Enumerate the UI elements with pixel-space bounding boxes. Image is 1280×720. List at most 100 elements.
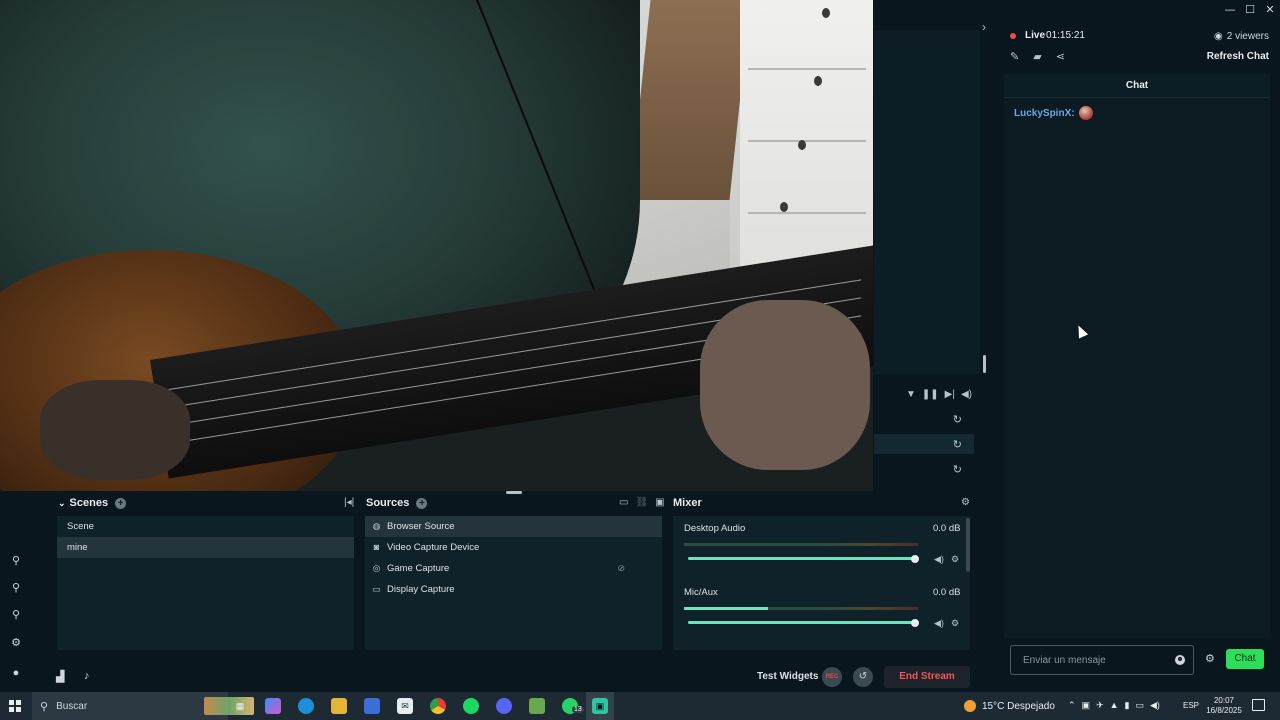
start-icon[interactable] xyxy=(9,700,21,712)
source-label: Video Capture Device xyxy=(387,542,480,553)
volume-slider[interactable] xyxy=(688,621,916,624)
taskbar-clock[interactable]: 20:07 16/8/2025 xyxy=(1204,696,1244,716)
file-explorer-icon[interactable] xyxy=(331,698,347,714)
notifications-icon[interactable]: ♪ xyxy=(84,670,90,682)
tray-chevron-icon[interactable]: ⌃ xyxy=(1068,700,1076,711)
end-stream-button[interactable]: End Stream xyxy=(884,666,970,688)
collapse-chat-icon[interactable]: › xyxy=(982,20,986,34)
tools-icon[interactable]: ⚲ xyxy=(10,609,22,621)
clip-icon[interactable]: ▰ xyxy=(1033,50,1041,63)
edge-icon[interactable] xyxy=(298,698,314,714)
edit-icon[interactable]: ✎ xyxy=(1010,50,1019,63)
skip-icon[interactable]: ▶| xyxy=(945,389,955,400)
weather-icon xyxy=(964,700,976,712)
search-icon: ⚲ xyxy=(40,700,49,713)
chat-send-button[interactable]: Chat xyxy=(1226,649,1264,669)
scene-item[interactable]: mine xyxy=(57,537,354,558)
language-indicator[interactable]: ESP xyxy=(1183,701,1199,710)
tray-app-icon[interactable]: ✈ xyxy=(1096,700,1104,711)
whatsapp-badge: 13 xyxy=(572,706,584,713)
profile-icon[interactable]: ● xyxy=(10,667,22,679)
volume-slider-knob[interactable] xyxy=(911,619,919,627)
chat-message: LuckySpinX: xyxy=(1014,106,1093,120)
folder-icon[interactable]: ▭ xyxy=(619,497,628,508)
mail-icon[interactable]: ✉ xyxy=(397,698,413,714)
audio-meter-level xyxy=(684,607,768,610)
speaker-icon[interactable]: ◀) xyxy=(1150,700,1160,711)
chat-tools: ✎ ▰ ⋖ xyxy=(1010,50,1065,63)
channel-settings-icon[interactable]: ⚙ xyxy=(951,618,959,629)
mixer-settings-icon[interactable]: ⚙ xyxy=(961,497,970,508)
microphone-icon[interactable]: ▮ xyxy=(1125,700,1130,711)
collapse-scenes-icon[interactable]: ⌄ xyxy=(58,498,66,509)
chat-username[interactable]: LuckySpinX: xyxy=(1014,108,1075,119)
refresh-icon[interactable]: ↻ xyxy=(874,434,974,454)
store-icon[interactable] xyxy=(364,698,380,714)
scene-transition-icon[interactable]: |◂| xyxy=(344,497,354,508)
chat-settings-icon[interactable]: ⚙ xyxy=(1205,652,1215,665)
chat-input[interactable] xyxy=(1023,654,1163,666)
minimize-icon[interactable]: — xyxy=(1220,0,1240,18)
spotify-icon[interactable] xyxy=(463,698,479,714)
task-view-icon[interactable]: ▦ xyxy=(232,698,248,714)
gamepad-icon: ◎ xyxy=(372,563,381,573)
layer-icon[interactable]: ▣ xyxy=(655,497,664,508)
add-scene-icon[interactable]: + xyxy=(115,497,127,509)
chat-panel: Live 01:15:21 ◉ 2 viewers ✎ ▰ ⋖ Refresh … xyxy=(1004,20,1280,692)
source-label: Game Capture xyxy=(387,563,450,574)
refresh-icon[interactable]: ↻ xyxy=(874,409,974,429)
link-icon[interactable]: ⛓ xyxy=(635,497,648,508)
maximize-icon[interactable]: ☐ xyxy=(1240,0,1260,18)
chrome-icon[interactable] xyxy=(430,698,446,714)
preview-resize-handle[interactable] xyxy=(506,491,522,494)
tray-app-icon[interactable]: ▲ xyxy=(1110,700,1119,711)
performance-icon[interactable]: ▟ xyxy=(56,670,64,683)
stream-preview[interactable] xyxy=(0,0,873,491)
refresh-chat-button[interactable]: Refresh Chat xyxy=(1207,51,1269,62)
hidden-eye-icon[interactable]: ⊘ xyxy=(617,558,625,579)
close-icon[interactable]: ✕ xyxy=(1260,0,1280,18)
test-widgets-button[interactable]: Test Widgets xyxy=(757,671,818,682)
network-icon[interactable]: ▭ xyxy=(1135,700,1144,711)
source-item[interactable]: ◙ Video Capture Device xyxy=(365,537,662,558)
minecraft-icon[interactable] xyxy=(529,698,545,714)
chat-header: Chat xyxy=(1004,74,1270,98)
source-item[interactable]: ▭ Display Capture xyxy=(365,579,662,600)
source-item[interactable]: ◎ Game Capture ⊘ xyxy=(365,558,662,579)
record-button[interactable]: REC xyxy=(822,667,842,687)
mixer-scrollbar[interactable] xyxy=(966,518,970,572)
preview-hand xyxy=(40,380,190,480)
weather-widget[interactable]: 15°C Despejado xyxy=(964,700,1055,712)
studio-footer: ▟ ♪ Test Widgets REC ↺ End Stream xyxy=(46,662,980,692)
volume-slider-knob[interactable] xyxy=(911,555,919,563)
clock-date: 16/8/2025 xyxy=(1206,706,1242,715)
pause-icon[interactable]: ❚❚ xyxy=(922,389,939,400)
volume-icon[interactable]: ◀) xyxy=(961,389,972,400)
taskbar-search[interactable]: ⚲ Buscar xyxy=(32,692,254,720)
replay-buffer-icon[interactable]: ↺ xyxy=(853,667,873,687)
copilot-icon[interactable] xyxy=(265,698,281,714)
refresh-icon[interactable]: ↻ xyxy=(874,459,974,479)
scene-item[interactable]: Scene xyxy=(57,516,354,537)
emoji-icon[interactable]: ☻ xyxy=(1175,655,1185,665)
scenes-list: Scene mine xyxy=(57,516,354,650)
app-store-icon[interactable]: ⚲ xyxy=(10,582,22,594)
volume-slider[interactable] xyxy=(688,557,916,560)
filter-icon[interactable]: ▼ xyxy=(906,389,916,400)
settings-icon[interactable]: ⚙ xyxy=(10,637,22,649)
discord-icon[interactable] xyxy=(496,698,512,714)
share-icon[interactable]: ⋖ xyxy=(1056,50,1065,63)
add-source-icon[interactable]: + xyxy=(416,497,428,509)
chat-input-box: ☻ xyxy=(1010,645,1194,675)
source-label: Display Capture xyxy=(387,584,455,595)
mute-icon[interactable]: ◀) xyxy=(934,554,944,565)
tray-app-icon[interactable]: ▣ xyxy=(1082,700,1091,711)
clock-time: 20:07 xyxy=(1213,696,1235,705)
notification-center-icon[interactable] xyxy=(1252,699,1265,711)
channel-settings-icon[interactable]: ⚙ xyxy=(951,554,959,565)
mute-icon[interactable]: ◀) xyxy=(934,618,944,629)
source-item[interactable]: ◍ Browser Source xyxy=(365,516,662,537)
resize-handle[interactable] xyxy=(983,355,986,373)
themes-icon[interactable]: ⚲ xyxy=(10,555,22,567)
streamlabs-icon[interactable]: ▣ xyxy=(592,698,608,714)
